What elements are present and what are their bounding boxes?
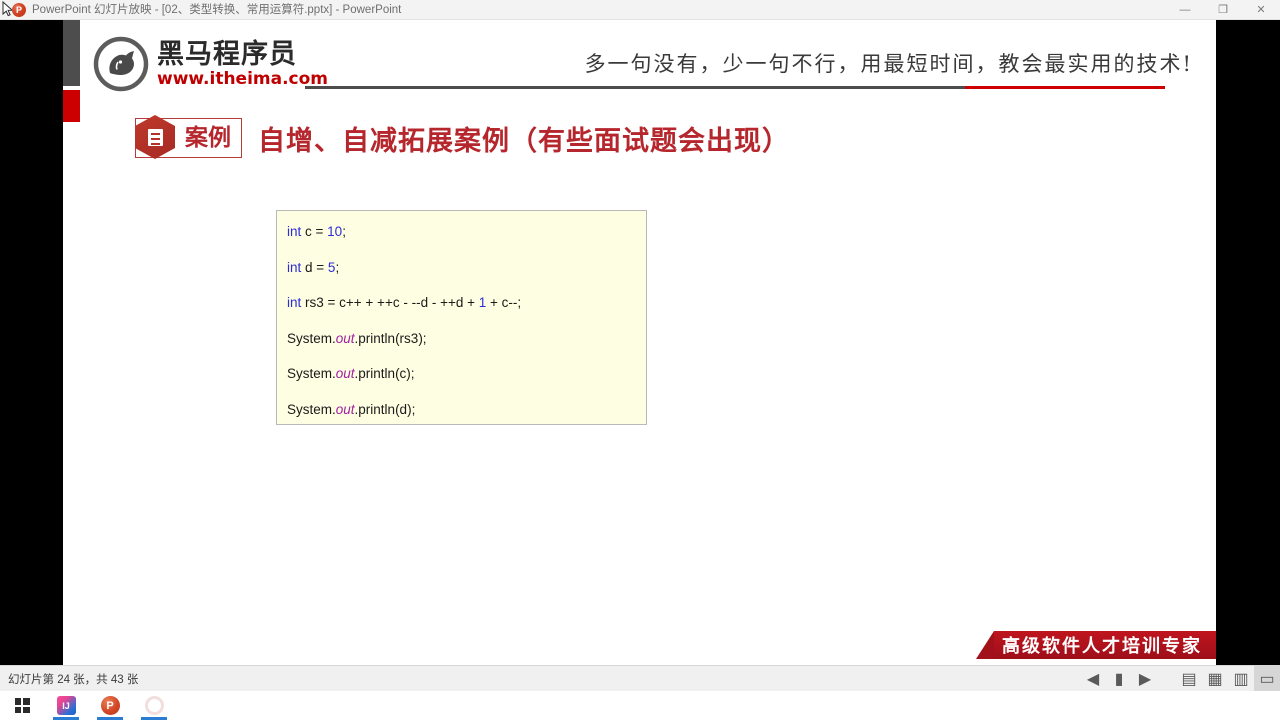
code-token: int <box>287 259 306 275</box>
minimize-button[interactable]: — <box>1166 0 1204 20</box>
code-token: .println(rs3); <box>354 330 427 346</box>
next-slide-button[interactable]: ▶ <box>1132 666 1158 692</box>
page-title: 自增、自减拓展案例（有些面试题会出现） <box>258 125 790 157</box>
pen-tools-button[interactable]: ▮ <box>1106 666 1132 692</box>
code-line: System.out.println(c); <box>287 367 646 381</box>
code-line: System.out.println(rs3); <box>287 330 646 346</box>
window-titlebar: P PowerPoint 幻灯片放映 - [02、类型转换、常用运算符.pptx… <box>0 0 1280 20</box>
code-line: int rs3 = c++ + ++c - --d - ++d + 1 + c-… <box>287 296 646 310</box>
close-button[interactable]: ✕ <box>1242 0 1280 20</box>
code-token: System. <box>287 366 336 381</box>
code-token: d = <box>305 259 328 275</box>
code-token: 10 <box>327 224 343 239</box>
screen: P PowerPoint 幻灯片放映 - [02、类型转换、常用运算符.pptx… <box>0 0 1280 720</box>
document-hex-icon <box>135 115 175 159</box>
slide-title-row: 案例 自增、自减拓展案例（有些面试题会出现） <box>135 115 790 159</box>
left-accent-bar-dark <box>63 20 80 86</box>
brand-url: www.itheima.com <box>157 68 329 89</box>
case-badge-label: 案例 <box>185 124 231 151</box>
header-rule-red <box>965 86 1165 89</box>
status-bar-controls: ◀ ▮ ▶ ▤ ▦ ▥ ▭ <box>1080 665 1280 692</box>
taskbar-intellij[interactable]: IJ <box>44 691 88 720</box>
code-token: System. <box>287 401 336 417</box>
code-token: out <box>335 330 355 346</box>
code-token: System. <box>287 330 336 346</box>
start-button[interactable] <box>0 691 44 720</box>
taskbar: IJ P <box>0 691 1280 720</box>
ribbon-notch <box>976 631 994 659</box>
circle-app-icon <box>144 696 164 715</box>
code-token: out <box>335 401 355 417</box>
brand-logo: 黑马程序员 www.itheima.com <box>93 36 328 92</box>
slideshow-stage[interactable]: 黑马程序员 www.itheima.com 多一句没有，少一句不行，用最短时间，… <box>0 20 1280 665</box>
code-line: int d = 5; <box>287 259 646 275</box>
window-title: PowerPoint 幻灯片放映 - [02、类型转换、常用运算符.pptx] … <box>32 4 402 16</box>
footer-ribbon: 高级软件人才培训专家 <box>976 631 1216 659</box>
windows-logo-icon <box>14 698 30 713</box>
code-token: int <box>287 224 306 239</box>
code-token: ; <box>335 259 340 275</box>
header-rule <box>305 86 1165 89</box>
case-badge: 案例 <box>135 115 242 159</box>
slideshow-view-button[interactable]: ▭ <box>1254 665 1280 692</box>
code-token: .println(d); <box>354 401 416 417</box>
powerpoint-icon: P <box>100 696 120 715</box>
ribbon-text: 高级软件人才培训专家 <box>1002 636 1202 657</box>
slide-sorter-button[interactable]: ▦ <box>1202 666 1228 692</box>
ribbon-body: 高级软件人才培训专家 <box>994 631 1216 659</box>
previous-slide-button[interactable]: ◀ <box>1080 666 1106 692</box>
code-token: int <box>287 295 306 310</box>
horse-logo-icon <box>93 36 149 92</box>
reading-view-button[interactable]: ▥ <box>1228 666 1254 692</box>
header-rule-dark <box>305 86 965 89</box>
normal-view-button[interactable]: ▤ <box>1176 666 1202 692</box>
taskbar-app-4[interactable] <box>132 691 176 720</box>
code-block: int c = 10; int d = 5; int rs3 = c++ + ++c… <box>276 210 647 425</box>
code-token: rs3 = c++ + ++c - --d - ++d + <box>305 295 479 310</box>
slide-canvas[interactable]: 黑马程序员 www.itheima.com 多一句没有，少一句不行，用最短时间，… <box>63 20 1216 665</box>
code-token: .println(c); <box>354 366 415 381</box>
code-token: c = <box>305 224 328 239</box>
powerpoint-icon: P <box>12 3 26 17</box>
code-line: System.out.println(d); <box>287 401 646 417</box>
slide-tagline: 多一句没有，少一句不行，用最短时间，教会最实用的技术! <box>584 52 1193 76</box>
code-token: ; <box>342 224 346 239</box>
code-token: out <box>335 366 355 381</box>
slide-counter: 幻灯片第 24 张，共 43 张 <box>8 673 139 686</box>
intellij-idea-icon: IJ <box>56 696 76 715</box>
brand-name-cn: 黑马程序员 <box>157 38 297 70</box>
maximize-button[interactable]: ❐ <box>1204 0 1242 20</box>
code-token: + c--; <box>486 295 522 310</box>
taskbar-powerpoint[interactable]: P <box>88 691 132 720</box>
status-bar: 幻灯片第 24 张，共 43 张 ◀ ▮ ▶ ▤ ▦ ▥ ▭ <box>0 665 1280 692</box>
code-line: int c = 10; <box>287 225 646 239</box>
left-accent-block-red <box>63 90 80 122</box>
window-controls: — ❐ ✕ <box>1166 0 1280 20</box>
